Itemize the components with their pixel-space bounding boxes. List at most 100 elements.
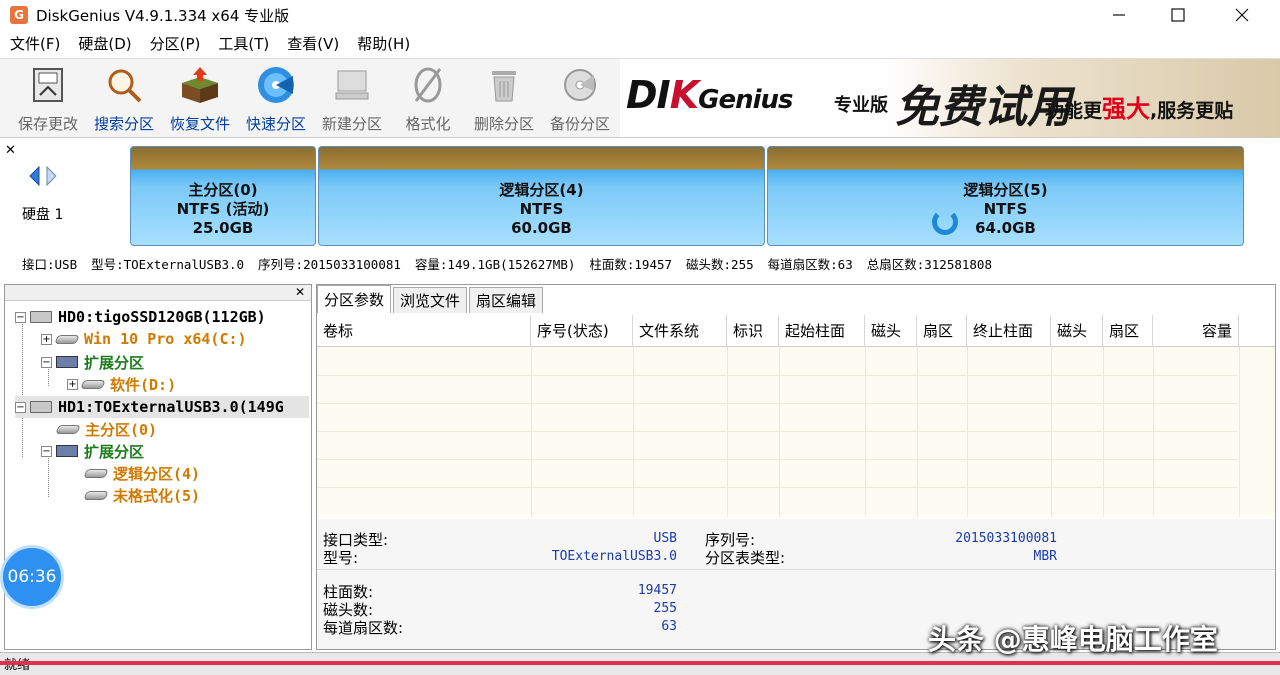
tree-item-hd0[interactable]: − HD0:tigoSSD120GB(112GB) xyxy=(15,306,266,328)
quick-partition-button[interactable]: 快速分区 xyxy=(238,63,314,135)
backup-partition-button[interactable]: 备份分区 xyxy=(542,63,618,135)
title-bar: G DiskGenius V4.9.1.334 x64 专业版 xyxy=(0,0,1280,30)
menu-disk[interactable]: 硬盘(D) xyxy=(78,33,131,54)
tree-item-label: Win 10 Pro x64(C:) xyxy=(84,330,247,348)
disk-cylinders: 柱面数:19457 xyxy=(589,257,673,272)
new-partition-button[interactable]: 新建分区 xyxy=(314,63,390,135)
col-id[interactable]: 标识 xyxy=(727,315,779,347)
col-end-head[interactable]: 磁头 xyxy=(1051,315,1103,347)
disk-interface: 接口:USB xyxy=(22,257,78,272)
sectors-per-track-value: 63 xyxy=(661,619,677,634)
col-file-system[interactable]: 文件系统 xyxy=(633,315,727,347)
collapse-icon[interactable]: − xyxy=(15,401,26,413)
partition-icon xyxy=(54,334,80,344)
partition-bar: 主分区(0) NTFS (活动) 25.0GB 逻辑分区(4) NTFS 60.… xyxy=(130,146,1244,246)
tree-item-primary-0[interactable]: 主分区(0) xyxy=(55,418,158,440)
video-progress-bar[interactable] xyxy=(0,661,1280,665)
details-panel: 分区参数 浏览文件 扇区编辑 卷标 序号(状态) 文件系统 标识 起始柱面 磁头… xyxy=(316,284,1276,650)
maximize-button[interactable] xyxy=(1155,0,1201,30)
partition-size: 25.0GB xyxy=(192,219,254,237)
tree-item-label: HD0:tigoSSD120GB(112GB) xyxy=(58,308,266,326)
disk-map-close-icon[interactable]: ✕ xyxy=(5,143,16,158)
tree-item-unformatted-5[interactable]: 未格式化(5) xyxy=(83,484,201,506)
format-button[interactable]: 格式化 xyxy=(390,63,466,135)
close-icon xyxy=(1235,8,1249,22)
save-icon xyxy=(26,63,70,107)
promo-banner[interactable]: DIKGenius 专业版 免费试用 功能更强大,服务更贴 xyxy=(620,59,1280,137)
tree-item-extended-hd1[interactable]: − 扩展分区 xyxy=(41,440,144,462)
col-index-status[interactable]: 序号(状态) xyxy=(531,315,633,347)
col-start-head[interactable]: 磁头 xyxy=(865,315,917,347)
col-end-sector[interactable]: 扇区 xyxy=(1103,315,1153,347)
partition-block-logical-5[interactable]: 逻辑分区(5) NTFS 64.0GB xyxy=(767,146,1244,246)
disk-label: 硬盘 1 xyxy=(22,207,64,223)
save-changes-label: 保存更改 xyxy=(17,115,78,133)
menu-partition[interactable]: 分区(P) xyxy=(150,33,201,54)
partition-icon xyxy=(83,490,109,500)
partition-block-primary-0[interactable]: 主分区(0) NTFS (活动) 25.0GB xyxy=(130,146,316,246)
collapse-icon[interactable]: − xyxy=(41,445,52,457)
partition-icon xyxy=(83,468,109,478)
collapse-icon[interactable]: − xyxy=(41,356,52,368)
tree-close-icon[interactable]: ✕ xyxy=(295,285,305,299)
col-volume-label[interactable]: 卷标 xyxy=(317,315,531,347)
menu-bar: 文件(F) 硬盘(D) 分区(P) 工具(T) 查看(V) 帮助(H) xyxy=(0,30,1280,56)
tab-sector-editor[interactable]: 扇区编辑 xyxy=(469,287,544,313)
col-capacity[interactable]: 容量 xyxy=(1153,315,1239,347)
disk-info-line: 接口:USB 型号:TOExternalUSB3.0 序列号:201503310… xyxy=(22,254,1006,273)
minimize-button[interactable] xyxy=(1096,0,1142,30)
partition-name: 逻辑分区(5) xyxy=(963,181,1048,199)
partition-name: 主分区(0) xyxy=(188,181,258,199)
search-partition-label: 搜索分区 xyxy=(93,115,154,133)
menu-file[interactable]: 文件(F) xyxy=(10,33,60,54)
tab-partition-params[interactable]: 分区参数 xyxy=(317,285,392,313)
menu-view[interactable]: 查看(V) xyxy=(287,33,339,54)
partition-icon xyxy=(80,379,106,389)
collapse-icon[interactable]: − xyxy=(15,311,26,323)
delete-partition-label: 删除分区 xyxy=(473,115,534,133)
format-icon xyxy=(406,63,450,107)
col-end-cylinder[interactable]: 终止柱面 xyxy=(967,315,1051,347)
recover-files-button[interactable]: 恢复文件 xyxy=(162,63,238,135)
recover-box-icon xyxy=(178,63,222,107)
tree-item-c-drive[interactable]: + Win 10 Pro x64(C:) xyxy=(41,328,247,350)
backup-partition-label: 备份分区 xyxy=(549,115,610,133)
next-disk-arrow-icon[interactable] xyxy=(46,166,58,186)
expand-icon[interactable]: + xyxy=(41,333,52,345)
tree-item-label: 扩展分区 xyxy=(84,442,145,461)
col-start-sector[interactable]: 扇区 xyxy=(917,315,967,347)
partition-block-logical-4[interactable]: 逻辑分区(4) NTFS 60.0GB xyxy=(318,146,765,246)
partition-fs: NTFS xyxy=(983,200,1028,218)
close-button[interactable] xyxy=(1219,0,1265,30)
partition-size: 60.0GB xyxy=(511,219,572,237)
partition-icon xyxy=(55,424,81,434)
partition-fs: NTFS xyxy=(519,200,564,218)
tree-item-label: 未格式化(5) xyxy=(113,486,201,505)
prev-disk-arrow-icon[interactable] xyxy=(28,166,40,186)
banner-slogan: 功能更强大,服务更贴 xyxy=(1045,95,1234,123)
new-partition-label: 新建分区 xyxy=(321,115,382,133)
menu-tools[interactable]: 工具(T) xyxy=(218,33,269,54)
col-start-cylinder[interactable]: 起始柱面 xyxy=(779,315,865,347)
cylinders-value: 19457 xyxy=(637,583,677,598)
tree-item-label: 扩展分区 xyxy=(84,353,145,372)
tree-item-hd1[interactable]: − HD1:TOExternalUSB3.0(149G xyxy=(15,396,309,418)
tab-browse-files[interactable]: 浏览文件 xyxy=(393,287,468,313)
tree-item-logical-4[interactable]: 逻辑分区(4) xyxy=(83,462,200,484)
interface-type-value: USB xyxy=(653,531,677,546)
quick-partition-label: 快速分区 xyxy=(245,115,306,133)
tree-item-extended-hd0[interactable]: − 扩展分区 xyxy=(41,351,144,373)
tree-item-d-drive[interactable]: + 软件(D:) xyxy=(67,373,176,395)
delete-partition-button[interactable]: 删除分区 xyxy=(466,63,542,135)
recover-files-label: 恢复文件 xyxy=(169,115,230,133)
format-label: 格式化 xyxy=(405,115,451,133)
tree-item-label: 主分区(0) xyxy=(85,420,158,439)
sectors-per-track-label: 每道扇区数: xyxy=(323,619,404,637)
menu-help[interactable]: 帮助(H) xyxy=(357,33,410,54)
save-changes-button[interactable]: 保存更改 xyxy=(10,63,86,135)
expand-icon[interactable]: + xyxy=(67,378,78,390)
partition-name: 逻辑分区(4) xyxy=(499,181,584,199)
diskgenius-logo: DIKGenius xyxy=(626,73,794,117)
quick-partition-disc-icon xyxy=(254,63,298,107)
search-partition-button[interactable]: 搜索分区 xyxy=(86,63,162,135)
